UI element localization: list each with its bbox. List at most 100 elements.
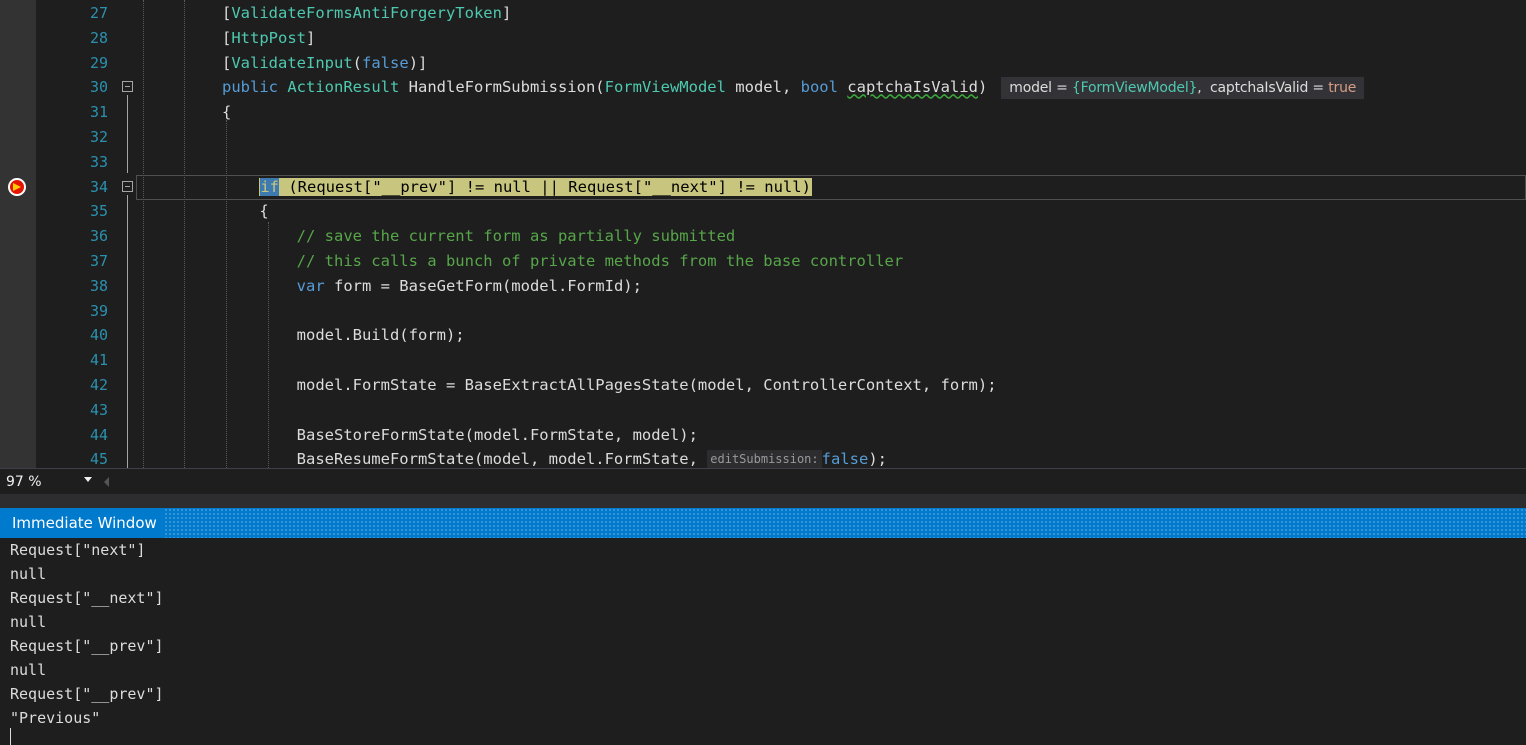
code-text: public ActionResult HandleFormSubmission… (222, 75, 1365, 100)
code-token: ValidateFormsAntiForgeryToken (231, 4, 502, 22)
code-text: model.Build(form); (222, 323, 465, 348)
datatip-model-value: {FormViewModel} (1071, 80, 1198, 97)
code-token: // this calls a bunch of private methods… (222, 252, 904, 270)
code-line[interactable]: 38 var form = BaseGetForm(model.FormId); (0, 274, 1526, 299)
parameter-name-hint: editSubmission: (707, 450, 822, 468)
code-token: bool (800, 78, 848, 97)
code-token: ); (868, 450, 887, 468)
code-line[interactable]: 33 (0, 150, 1526, 175)
code-line[interactable]: 36 // save the current form as partially… (0, 224, 1526, 249)
code-text: [ValidateInput(false)] (222, 51, 427, 76)
code-editor[interactable]: 27 [ValidateFormsAntiForgeryToken] 28 [Http… (0, 0, 1526, 468)
line-number: 37 (89, 252, 108, 270)
code-line[interactable]: 31 { (0, 100, 1526, 125)
datatip-sep: , (1197, 80, 1211, 97)
code-line[interactable]: 34 if (Request["__prev"] != null || Requ… (0, 174, 1526, 200)
code-token: FormViewModel (604, 78, 736, 97)
statement-text: (Request["__prev"] != null || Request["_… (279, 177, 811, 196)
line-number: 31 (89, 103, 108, 122)
line-number: 29 (89, 53, 108, 72)
code-text: if (Request["__prev"] != null || Request… (222, 175, 812, 200)
code-token: ) (977, 78, 988, 97)
line-number: 28 (89, 28, 108, 47)
code-token: { (222, 103, 232, 122)
code-line[interactable]: 30 public ActionResult HandleFormSubmissi… (0, 75, 1526, 100)
code-token: ] (306, 28, 316, 47)
line-number: 39 (89, 301, 108, 320)
code-token: false (362, 53, 409, 72)
immediate-output-line: Request["__prev"] (10, 637, 164, 655)
line-number: 32 (89, 128, 108, 146)
line-number: 43 (89, 400, 108, 419)
code-token: public (222, 78, 288, 97)
code-line[interactable]: 27 [ValidateFormsAntiForgeryToken] (0, 1, 1526, 26)
breakpoint-execution-arrow-icon[interactable] (8, 177, 26, 196)
immediate-window[interactable]: Request["next"] null Request["__next"] null… (0, 538, 1526, 745)
immediate-output-line: null (10, 565, 47, 583)
inline-datatip[interactable]: model = {FormViewModel}, captchaIsValid … (1001, 77, 1365, 100)
code-line[interactable]: 32 (0, 125, 1526, 150)
code-token: ( (352, 53, 363, 72)
code-token: ActionResult (287, 78, 409, 97)
code-text: // this calls a bunch of private methods… (222, 249, 904, 274)
selected-keyword: if (260, 177, 279, 196)
code-line[interactable]: 42 model.FormState = BaseExtractAllPages… (0, 373, 1526, 398)
code-token: model.Build(form); (222, 326, 465, 345)
line-number: 45 (89, 450, 108, 468)
collapse-toggle-icon[interactable] (122, 180, 133, 192)
immediate-output-line: "Previous" (10, 709, 101, 727)
line-number: 33 (89, 152, 108, 171)
code-text: // save the current form as partially su… (222, 224, 736, 249)
code-text: BaseStoreFormState(model.FormState, mode… (222, 423, 698, 448)
code-token: [ (222, 53, 232, 72)
current-statement-highlight: if (Request["__prev"] != null || Request… (259, 177, 812, 196)
line-number: 27 (89, 4, 108, 22)
immediate-output-line: null (10, 613, 47, 631)
code-line[interactable]: 43 (0, 398, 1526, 423)
line-number: 40 (89, 326, 108, 345)
code-token: captchaIsValid (847, 78, 978, 97)
zoom-dropdown-icon[interactable] (84, 477, 92, 482)
code-token: model, (735, 78, 801, 97)
line-number: 34 (89, 177, 108, 196)
datatip-captcha-label: captchaIsValid = (1210, 80, 1329, 97)
code-line[interactable]: 40 model.Build(form); (0, 323, 1526, 348)
code-line[interactable]: 35 { (0, 199, 1526, 224)
code-token: ValidateInput (231, 53, 353, 72)
code-token: { (222, 202, 269, 221)
immediate-window-title: Immediate Window (0, 508, 163, 538)
code-token: ] (501, 4, 512, 22)
collapse-toggle-icon[interactable] (122, 81, 133, 93)
code-line[interactable]: 28 [HttpPost] (0, 26, 1526, 51)
code-line[interactable]: 44 BaseStoreFormState(model.FormState, m… (0, 423, 1526, 448)
code-token: // save the current form as partially su… (222, 227, 736, 246)
text-caret (10, 728, 11, 745)
code-token: [ (222, 28, 232, 47)
code-token: form = BaseGetForm(model.FormId); (333, 276, 642, 295)
line-number: 44 (89, 425, 108, 444)
code-text: [ValidateFormsAntiForgeryToken] (222, 1, 511, 26)
immediate-window-titlebar[interactable]: Immediate Window (0, 508, 1526, 538)
code-token: HandleFormSubmission( (408, 78, 605, 97)
line-number: 35 (89, 202, 108, 221)
panel-splitter[interactable] (0, 494, 1526, 508)
code-text: { (222, 199, 269, 224)
code-text: { (222, 100, 231, 125)
code-token: false (821, 450, 869, 468)
code-line[interactable]: 37 // this calls a bunch of private meth… (0, 249, 1526, 274)
line-number: 42 (89, 376, 108, 394)
code-token: BaseStoreFormState(model.FormState, mode… (222, 425, 698, 444)
code-line[interactable]: 41 (0, 348, 1526, 373)
code-line[interactable]: 45 BaseResumeFormState(model, model.Form… (0, 447, 1526, 468)
zoom-level[interactable]: 97 % (6, 472, 42, 492)
scroll-left-icon[interactable] (104, 477, 109, 487)
code-line[interactable]: 39 (0, 299, 1526, 324)
line-number: 36 (89, 227, 108, 246)
immediate-output-line: Request["next"] (10, 541, 146, 559)
line-number: 30 (89, 78, 108, 97)
immediate-output-line: Request["__prev"] (10, 685, 164, 703)
code-line[interactable]: 29 [ValidateInput(false)] (0, 51, 1526, 76)
datatip-model-label: model = (1009, 80, 1072, 97)
code-text: BaseResumeFormState(model, model.FormSta… (222, 447, 887, 468)
code-text: [HttpPost] (222, 26, 315, 51)
